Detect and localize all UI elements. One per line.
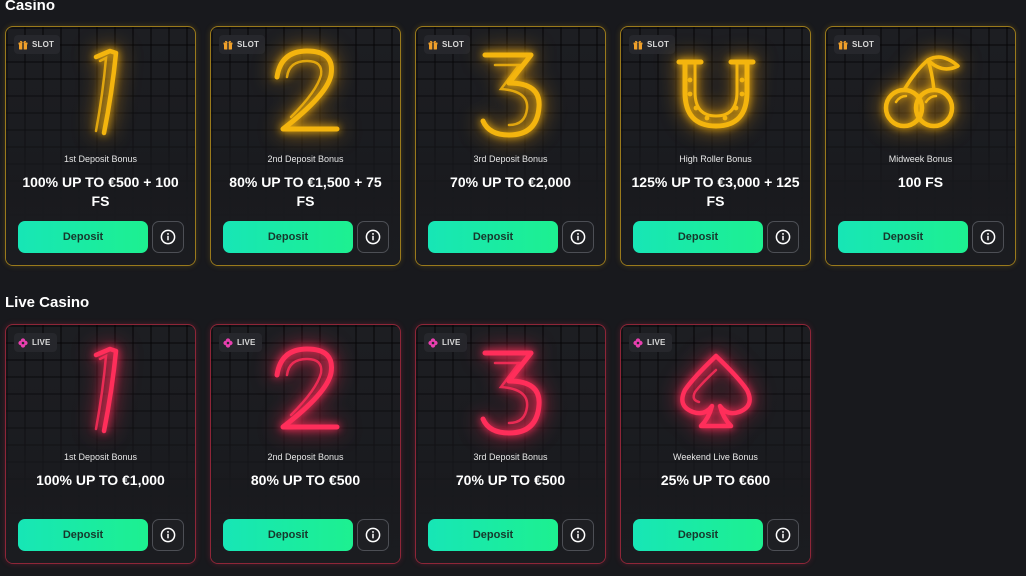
deposit-button[interactable]: Deposit bbox=[633, 519, 763, 551]
deposit-button[interactable]: Deposit bbox=[18, 519, 148, 551]
deposit-button[interactable]: Deposit bbox=[838, 221, 968, 253]
bonus-offer: 100% UP TO €1,000 bbox=[36, 472, 165, 488]
info-button[interactable] bbox=[562, 221, 594, 253]
neon-number-1-icon bbox=[6, 35, 195, 150]
bonus-offer: 70% UP TO €500 bbox=[455, 472, 566, 488]
deposit-button[interactable]: Deposit bbox=[428, 519, 558, 551]
info-button[interactable] bbox=[357, 519, 389, 551]
info-icon bbox=[160, 229, 176, 245]
bonus-card: SLOT High Roller Bonus 125% UP TO €3,000 +… bbox=[620, 26, 811, 266]
info-button[interactable] bbox=[152, 519, 184, 551]
deposit-button[interactable]: Deposit bbox=[633, 221, 763, 253]
neon-number-2-icon bbox=[211, 35, 400, 150]
bonus-offer: 100 FS bbox=[897, 174, 944, 190]
info-icon bbox=[775, 229, 791, 245]
bonus-offer: 80% UP TO €500 bbox=[250, 472, 361, 488]
info-button[interactable] bbox=[357, 221, 389, 253]
info-icon bbox=[570, 527, 586, 543]
info-button[interactable] bbox=[152, 221, 184, 253]
bonus-name: 3rd Deposit Bonus bbox=[473, 154, 548, 164]
bonus-name: 2nd Deposit Bonus bbox=[267, 154, 344, 164]
live-casino-section-title: Live Casino bbox=[5, 294, 90, 311]
info-button[interactable] bbox=[767, 221, 799, 253]
bonus-card: LIVE 3rd Deposit Bonus 70% UP TO €500 Depos… bbox=[415, 324, 606, 564]
info-icon bbox=[365, 229, 381, 245]
bonus-name: Weekend Live Bonus bbox=[673, 452, 758, 462]
neon-spade-icon bbox=[621, 333, 810, 448]
neon-number-1-icon bbox=[6, 333, 195, 448]
info-icon bbox=[365, 527, 381, 543]
bonus-name: 2nd Deposit Bonus bbox=[267, 452, 344, 462]
bonus-offer: 125% UP TO €3,000 + 125 FS bbox=[631, 174, 800, 209]
bonus-card: SLOT 3rd Deposit Bonus 70% UP TO €2,000 Dep… bbox=[415, 26, 606, 266]
deposit-button[interactable]: Deposit bbox=[428, 221, 558, 253]
info-button[interactable] bbox=[562, 519, 594, 551]
bonus-name: 1st Deposit Bonus bbox=[63, 154, 138, 164]
bonus-offer: 100% UP TO €500 + 100 FS bbox=[22, 174, 179, 209]
bonus-card: SLOT 1st Deposit Bonus 100% UP TO €500 + 1… bbox=[5, 26, 196, 266]
neon-number-3-icon bbox=[416, 35, 605, 150]
bonus-card: LIVE 1st Deposit Bonus 100% UP TO €1,000 De… bbox=[5, 324, 196, 564]
neon-number-3-icon bbox=[416, 333, 605, 448]
bonus-name: Midweek Bonus bbox=[888, 154, 953, 164]
bonus-card: SLOT 2nd Deposit Bonus 80% UP TO €1,500 + … bbox=[210, 26, 401, 266]
deposit-button[interactable]: Deposit bbox=[18, 221, 148, 253]
neon-cherries-icon bbox=[826, 35, 1015, 150]
bonus-offer: 80% UP TO €1,500 + 75 FS bbox=[229, 174, 382, 209]
bonus-offer: 25% UP TO €600 bbox=[660, 472, 771, 488]
neon-horseshoe-icon bbox=[621, 35, 810, 150]
info-button[interactable] bbox=[972, 221, 1004, 253]
neon-number-2-icon bbox=[211, 333, 400, 448]
casino-section-title: Casino bbox=[5, 0, 56, 14]
bonus-offer: 70% UP TO €2,000 bbox=[450, 174, 571, 190]
info-button[interactable] bbox=[767, 519, 799, 551]
info-icon bbox=[980, 229, 996, 245]
bonus-card: SLOT Midweek Bonus 100 FS Deposit bbox=[825, 26, 1016, 266]
bonus-name: 1st Deposit Bonus bbox=[63, 452, 138, 462]
bonus-name: 3rd Deposit Bonus bbox=[473, 452, 548, 462]
bonus-name: High Roller Bonus bbox=[679, 154, 752, 164]
info-icon bbox=[570, 229, 586, 245]
bonus-card: LIVE 2nd Deposit Bonus 80% UP TO €500 Depos… bbox=[210, 324, 401, 564]
deposit-button[interactable]: Deposit bbox=[223, 221, 353, 253]
bonus-card: LIVE Weekend Live Bonus 25% UP TO €600 Depo… bbox=[620, 324, 811, 564]
deposit-button[interactable]: Deposit bbox=[223, 519, 353, 551]
info-icon bbox=[775, 527, 791, 543]
info-icon bbox=[160, 527, 176, 543]
